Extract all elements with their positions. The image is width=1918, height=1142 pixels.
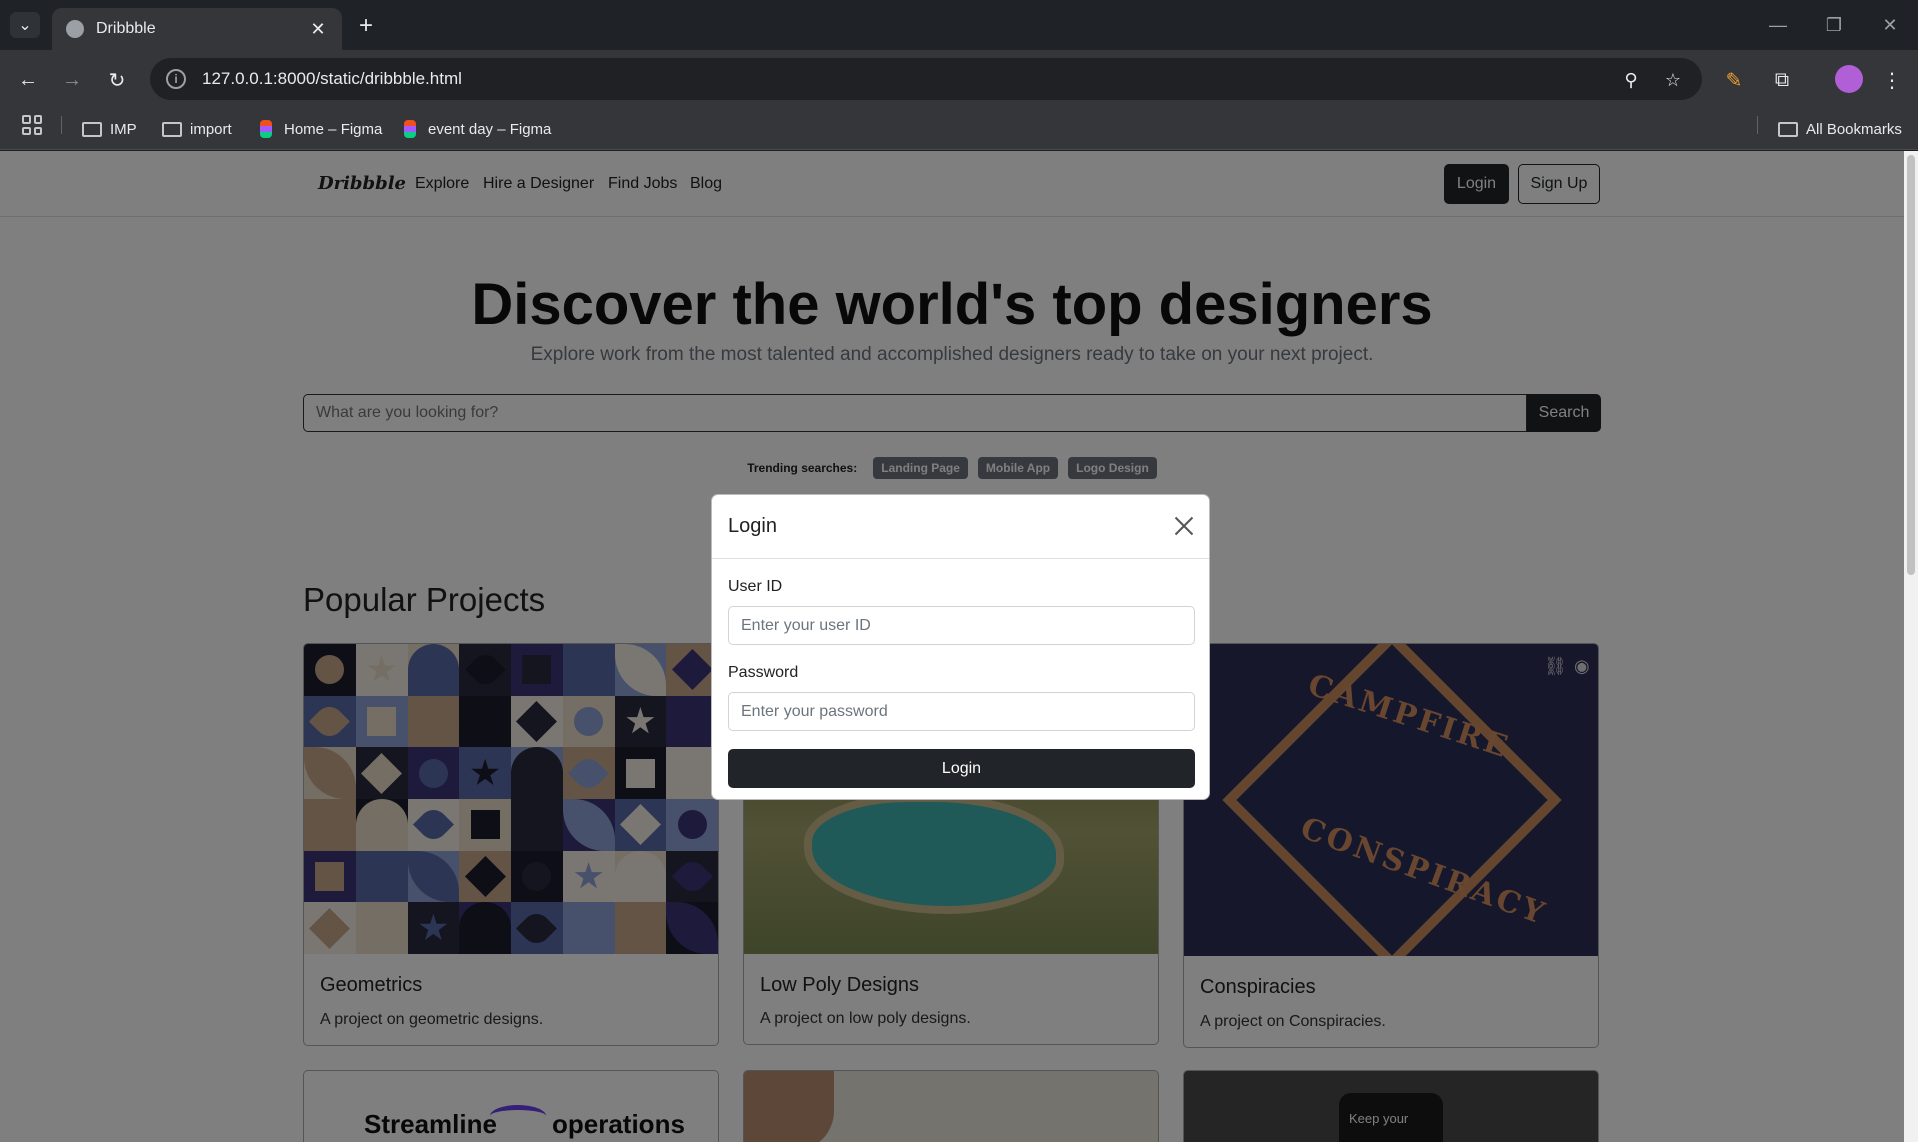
url-text: 127.0.0.1:8000/static/dribbble.html: [202, 69, 462, 88]
pencil-extension-icon[interactable]: ✎: [1720, 66, 1748, 94]
restore-icon[interactable]: ❐: [1814, 10, 1854, 40]
window-close-icon[interactable]: ✕: [1870, 10, 1910, 40]
bookmark-imp[interactable]: IMP: [82, 117, 137, 141]
browser-tab[interactable]: Dribbble ✕: [52, 8, 342, 50]
tab-title: Dribbble: [96, 20, 156, 37]
modal-login-button[interactable]: Login: [728, 749, 1195, 788]
bookmark-label: import: [190, 120, 232, 138]
folder-icon: [1778, 121, 1798, 137]
back-icon[interactable]: ←: [14, 66, 42, 94]
minimize-icon[interactable]: —: [1758, 10, 1798, 40]
figma-icon: [260, 120, 272, 138]
close-icon[interactable]: [1173, 515, 1195, 537]
profile-avatar[interactable]: [1835, 65, 1863, 93]
folder-icon: [82, 121, 102, 137]
bookmark-label: Home – Figma: [284, 120, 383, 138]
bookmark-separator: [1757, 116, 1758, 134]
user-id-label: User ID: [728, 578, 783, 595]
apps-grid-icon[interactable]: [22, 115, 42, 135]
address-bar[interactable]: i 127.0.0.1:8000/static/dribbble.html ⚲ …: [150, 58, 1702, 100]
bookmark-label: IMP: [110, 120, 137, 138]
browser-toolbar: ← → ↻ i 127.0.0.1:8000/static/dribbble.h…: [0, 50, 1918, 108]
bookmark-separator: [61, 116, 62, 134]
new-tab-icon[interactable]: +: [352, 12, 380, 40]
bookmark-home-figma[interactable]: Home – Figma: [260, 117, 382, 141]
modal-title: Login: [728, 515, 777, 537]
folder-icon: [162, 121, 182, 137]
modal-header: Login: [712, 495, 1209, 559]
extensions-icon[interactable]: ⧉: [1768, 66, 1796, 94]
menu-icon[interactable]: ⋮: [1878, 66, 1906, 94]
page-scrollbar[interactable]: [1904, 151, 1918, 1142]
login-modal: Login User ID Password Login: [711, 494, 1210, 800]
scrollbar-thumb[interactable]: [1907, 155, 1915, 575]
bookmark-label: event day – Figma: [428, 120, 552, 138]
star-icon[interactable]: ☆: [1662, 69, 1684, 91]
tab-search-icon[interactable]: ⌄: [10, 12, 40, 38]
site-info-icon[interactable]: i: [166, 69, 186, 89]
password-label: Password: [728, 664, 799, 681]
password-input[interactable]: [728, 692, 1195, 731]
close-tab-icon[interactable]: ✕: [308, 19, 328, 40]
zoom-icon[interactable]: ⚲: [1620, 69, 1642, 91]
bookmark-import[interactable]: import: [162, 117, 232, 141]
reload-icon[interactable]: ↻: [103, 66, 131, 94]
page-viewport: Dribbble Explore Hire a Designer Find Jo…: [0, 151, 1904, 1142]
figma-icon: [404, 120, 416, 138]
bookmark-label: All Bookmarks: [1806, 120, 1902, 138]
globe-icon: [66, 20, 84, 38]
bookmarks-bar: IMP import Home – Figma event day – Figm…: [0, 108, 1918, 150]
user-id-input[interactable]: [728, 606, 1195, 645]
bookmark-event-day-figma[interactable]: event day – Figma: [404, 117, 551, 141]
forward-icon[interactable]: →: [58, 66, 86, 94]
all-bookmarks[interactable]: All Bookmarks: [1778, 117, 1902, 141]
browser-tabbar: ⌄ Dribbble ✕ + — ❐ ✕: [0, 0, 1918, 50]
